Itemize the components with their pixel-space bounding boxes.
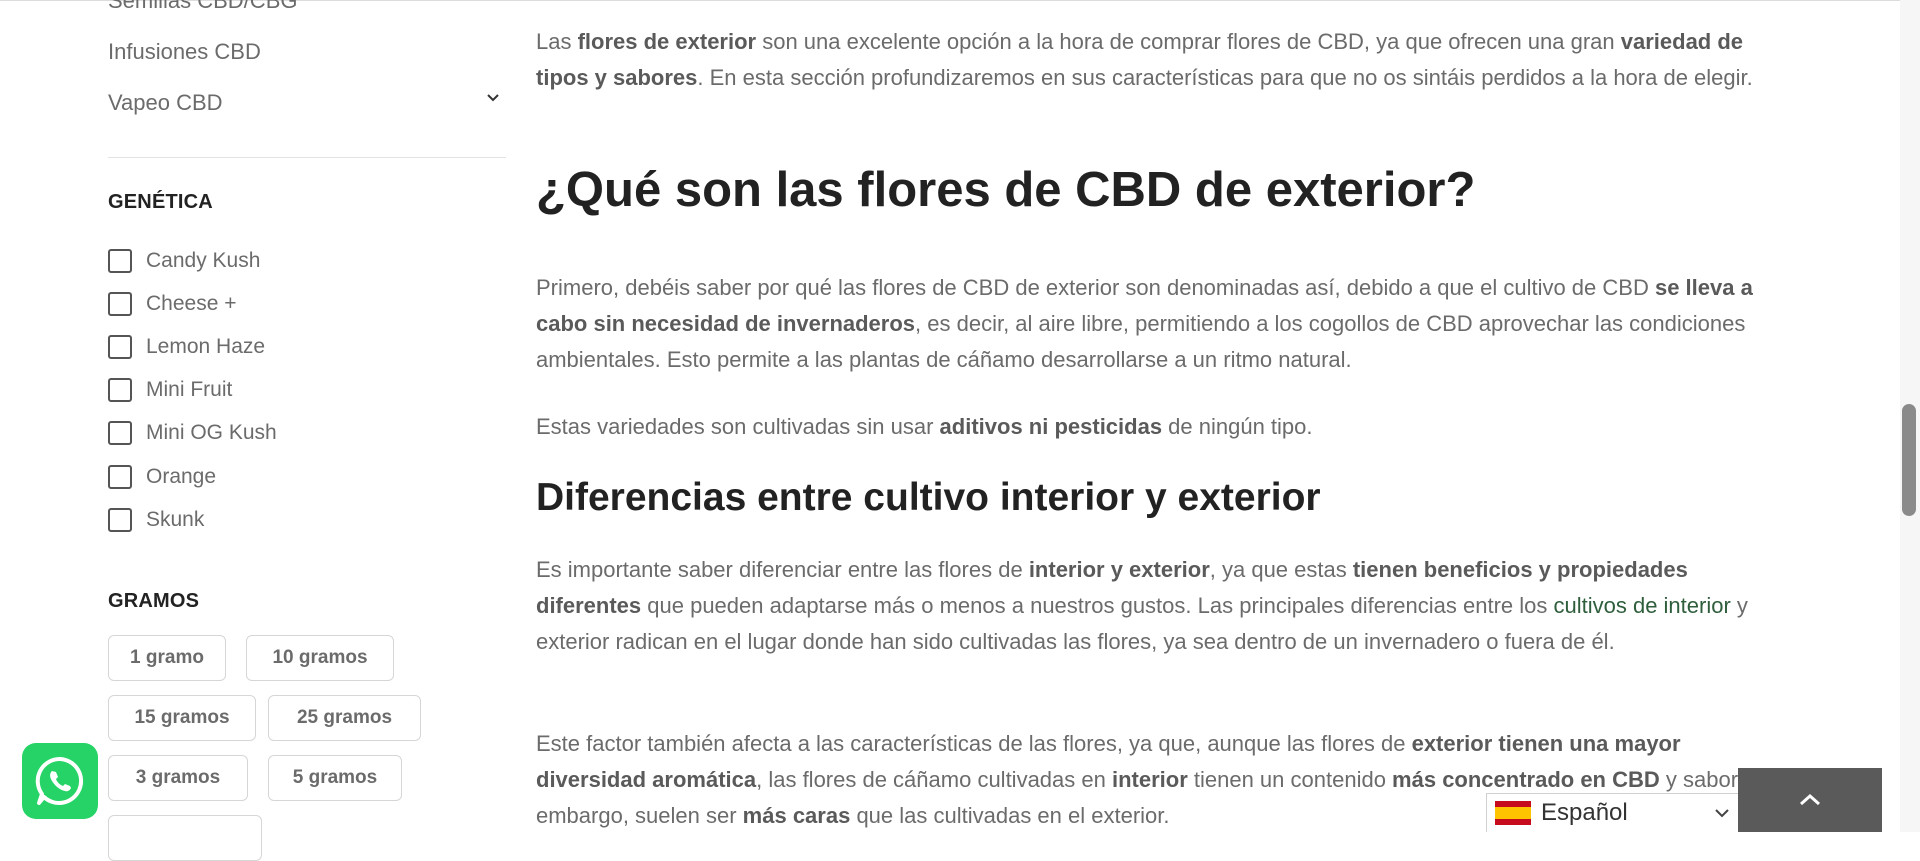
option-label: Mini OG Kush bbox=[146, 421, 277, 444]
language-selector[interactable]: Español bbox=[1486, 793, 1744, 832]
gramos-chip[interactable]: 25 gramos bbox=[268, 695, 421, 741]
chevron-up-icon bbox=[1800, 793, 1820, 806]
gramos-chip[interactable]: 1 gramo bbox=[108, 635, 226, 681]
option-label: Orange bbox=[146, 465, 217, 488]
checkbox[interactable] bbox=[108, 292, 132, 316]
option-label: Mini Fruit bbox=[146, 378, 233, 401]
gramos-filter-title: GRAMOS bbox=[108, 590, 200, 612]
whatsapp-button[interactable] bbox=[22, 743, 98, 819]
gramos-chip[interactable]: 15 gramos bbox=[108, 695, 256, 741]
gramos-chip[interactable]: 10 gramos bbox=[246, 635, 394, 681]
gramos-chip-partial[interactable] bbox=[108, 815, 262, 861]
heading-diferencias: Diferencias entre cultivo interior y ext… bbox=[536, 476, 1321, 519]
scrollbar-thumb[interactable] bbox=[1902, 404, 1916, 516]
gramos-chip[interactable]: 5 gramos bbox=[268, 755, 402, 801]
paragraph-variedades: Estas variedades son cultivadas sin usar… bbox=[536, 414, 1313, 439]
option-label: Lemon Haze bbox=[146, 335, 266, 358]
category-link-semillas[interactable]: Semillas CBD/CBG bbox=[108, 0, 297, 14]
genetica-option[interactable]: Candy Kush bbox=[108, 247, 260, 275]
intro-paragraph: Las flores de exterior son una excelente… bbox=[536, 29, 1753, 90]
genetica-option[interactable]: Cheese + bbox=[108, 290, 236, 318]
language-label: Español bbox=[1541, 799, 1628, 826]
chevron-down-icon bbox=[1715, 809, 1729, 818]
paragraph-importante: Es importante saber diferenciar entre la… bbox=[536, 557, 1748, 654]
heading-que-son: ¿Qué son las flores de CBD de exterior? bbox=[536, 163, 1476, 217]
genetica-filter-title: GENÉTICA bbox=[108, 191, 213, 213]
spain-flag-icon bbox=[1495, 801, 1531, 825]
checkbox[interactable] bbox=[108, 421, 132, 445]
genetica-option[interactable]: Mini Fruit bbox=[108, 376, 232, 404]
category-link-vapeo[interactable]: Vapeo CBD bbox=[108, 90, 223, 116]
option-label: Cheese + bbox=[146, 292, 237, 315]
category-link-infusiones[interactable]: Infusiones CBD bbox=[108, 39, 261, 65]
checkbox[interactable] bbox=[108, 465, 132, 489]
genetica-option[interactable]: Mini OG Kush bbox=[108, 419, 277, 447]
genetica-option[interactable]: Lemon Haze bbox=[108, 333, 265, 361]
gramos-chip[interactable]: 3 gramos bbox=[108, 755, 248, 801]
checkbox[interactable] bbox=[108, 335, 132, 359]
sidebar-divider bbox=[108, 157, 506, 158]
checkbox[interactable] bbox=[108, 249, 132, 273]
link-cultivos-interior[interactable]: cultivos de interior bbox=[1553, 593, 1730, 618]
option-label: Candy Kush bbox=[146, 249, 261, 272]
option-label: Skunk bbox=[146, 508, 205, 531]
genetica-option[interactable]: Skunk bbox=[108, 506, 204, 534]
whatsapp-icon bbox=[35, 756, 84, 805]
chevron-down-icon[interactable] bbox=[486, 91, 500, 105]
checkbox[interactable] bbox=[108, 378, 132, 402]
back-to-top-button[interactable] bbox=[1738, 768, 1882, 832]
filter-sidebar: Semillas CBD/CBG Infusiones CBD Vapeo CB… bbox=[0, 0, 520, 861]
genetica-option[interactable]: Orange bbox=[108, 463, 216, 491]
paragraph-primero: Primero, debéis saber por qué las flores… bbox=[536, 275, 1753, 372]
checkbox[interactable] bbox=[108, 508, 132, 532]
